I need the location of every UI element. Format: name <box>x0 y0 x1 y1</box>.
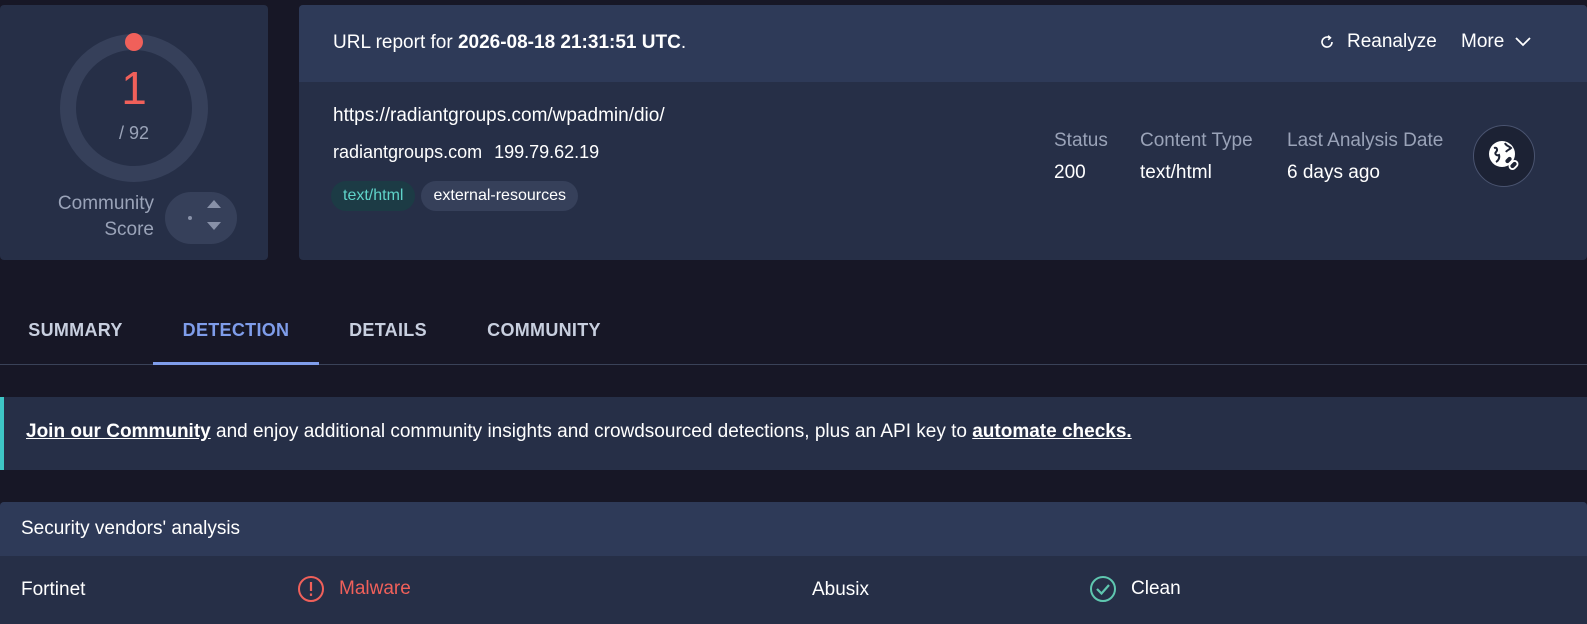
tag-external-resources[interactable]: external-resources <box>421 181 578 211</box>
chevron-down-icon <box>1515 37 1531 47</box>
vendors-header: Security vendors' analysis <box>0 502 1587 556</box>
meta-content-type: Content Type text/html <box>1140 130 1253 184</box>
security-vendors-panel: Security vendors' analysis Fortinet Malw… <box>0 502 1587 624</box>
join-community-link[interactable]: Join our Community <box>26 421 211 442</box>
vendor-result-label-fortinet: Malware <box>339 578 411 599</box>
meta-last-analysis: Last Analysis Date 6 days ago <box>1287 130 1443 184</box>
vendor-result-fortinet: Malware <box>297 575 411 603</box>
report-header: URL report for 2026-08-18 21:31:51 UTC. … <box>299 5 1587 82</box>
tag-text-html[interactable]: text/html <box>331 181 416 211</box>
community-banner: Join our Community and enjoy additional … <box>0 397 1587 470</box>
tab-details[interactable]: DETAILS <box>319 300 457 365</box>
report-ip[interactable]: 199.79.62.19 <box>494 142 599 162</box>
refresh-icon <box>1321 35 1333 48</box>
reanalyze-label: Reanalyze <box>1347 31 1437 52</box>
tab-community[interactable]: COMMUNITY <box>457 300 631 365</box>
vendor-name-abusix: Abusix <box>812 579 870 600</box>
vote-neutral-dot <box>188 216 192 220</box>
detection-score-card: 1 / 92 Community Score <box>0 5 268 260</box>
url-report-card: URL report for 2026-08-18 21:31:51 UTC. … <box>299 5 1587 260</box>
check-circle-icon <box>1090 576 1116 602</box>
banner-middle-text: and enjoy additional community insights … <box>210 421 973 442</box>
meta-content-type-label: Content Type <box>1140 130 1253 151</box>
globe-link-icon <box>1489 141 1519 170</box>
meta-status-label: Status <box>1054 130 1108 151</box>
report-title-prefix: URL report for <box>333 32 458 53</box>
vote-up-icon[interactable] <box>207 200 221 208</box>
community-banner-text: Join our Community and enjoy additional … <box>26 421 1132 443</box>
vendor-result-label-abusix: Clean <box>1131 578 1181 599</box>
report-tags: text/html external-resources <box>331 181 578 211</box>
meta-status-value: 200 <box>1054 162 1086 183</box>
tab-detection[interactable]: DETECTION <box>153 300 319 365</box>
report-tabs: SUMMARY DETECTION DETAILS COMMUNITY <box>0 300 1587 365</box>
community-score-label-line2: Score <box>104 219 154 240</box>
meta-content-type-value: text/html <box>1140 162 1212 183</box>
detection-gauge-marker <box>125 33 143 51</box>
vendor-result-abusix: Clean <box>1089 575 1181 603</box>
tab-summary[interactable]: SUMMARY <box>0 300 151 365</box>
detection-count: 1 <box>121 62 147 114</box>
meta-last-analysis-label: Last Analysis Date <box>1287 130 1444 151</box>
community-score-label-line1: Community <box>57 193 154 214</box>
community-score-label: Community Score <box>40 191 154 243</box>
more-menu-button[interactable]: More <box>1461 31 1532 53</box>
automate-checks-link[interactable]: automate checks. <box>972 421 1131 442</box>
report-timestamp: 2026-08-18 21:31:51 UTC <box>457 32 681 53</box>
report-domain[interactable]: radiantgroups.com <box>333 142 482 162</box>
community-vote-control[interactable] <box>165 192 237 244</box>
meta-status: Status 200 <box>1054 130 1108 184</box>
detection-total: / 92 <box>118 123 150 143</box>
report-url[interactable]: https://radiantgroups.com/wpadmin/dio/ <box>333 105 665 127</box>
alert-circle-icon <box>298 576 324 602</box>
meta-last-analysis-value: 6 days ago <box>1287 162 1380 183</box>
vendor-name-fortinet: Fortinet <box>21 579 86 600</box>
report-host: radiantgroups.com 199.79.62.19 <box>333 142 599 163</box>
reanalyze-button[interactable]: Reanalyze <box>1319 31 1437 53</box>
more-label: More <box>1461 31 1505 52</box>
url-link-globe-button[interactable] <box>1473 125 1535 187</box>
vote-down-icon[interactable] <box>207 222 221 230</box>
vendors-title: Security vendors' analysis <box>21 518 241 539</box>
report-title: URL report for 2026-08-18 21:31:51 UTC. <box>333 32 686 54</box>
report-title-suffix: . <box>680 32 687 53</box>
